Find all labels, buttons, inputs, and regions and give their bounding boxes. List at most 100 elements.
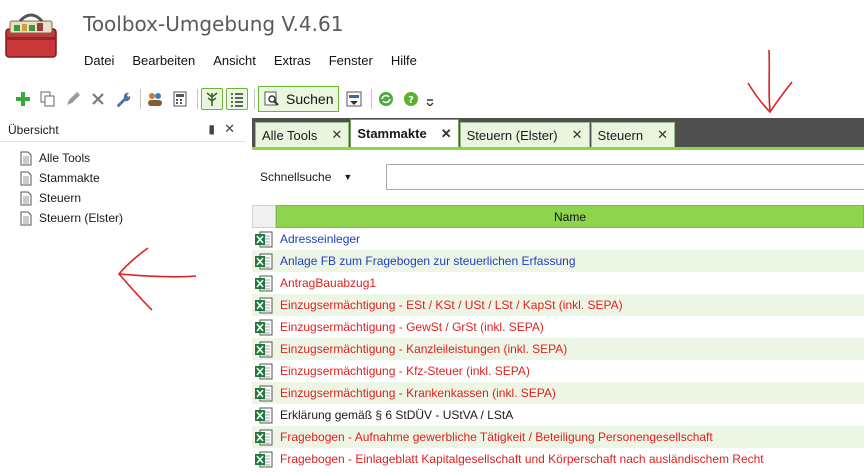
toolbar-separator — [197, 89, 198, 109]
excel-file-icon — [255, 451, 273, 467]
grid-body: Adresseinleger Anlage FB zum Fragebogen z… — [252, 228, 864, 470]
table-row[interactable]: Adresseinleger — [252, 228, 864, 250]
calculator-icon[interactable] — [169, 88, 191, 110]
menu-fenster[interactable]: Fenster — [320, 51, 382, 71]
search-icon — [264, 91, 279, 106]
menu-bearbeiten[interactable]: Bearbeiten — [123, 51, 204, 71]
tools-grid: Name Adresseinleger Anlage FB zum Fragebo… — [252, 205, 864, 470]
tab-accent-bar — [252, 147, 864, 150]
table-row[interactable]: Fragebogen - Einlageblatt Kapitalgesells… — [252, 448, 864, 470]
close-icon[interactable]: ✕ — [657, 127, 668, 143]
row-name: Einzugsermächtigung - GewSt / GrSt (inkl… — [280, 320, 544, 334]
edit-icon[interactable] — [62, 88, 84, 110]
delete-icon[interactable] — [87, 88, 109, 110]
tree-item-label: Steuern (Elster) — [39, 211, 124, 225]
menu-ansicht[interactable]: Ansicht — [204, 51, 265, 71]
tab-strip: Alle Tools ✕ Stammakte ✕ Steuern (Elster… — [252, 118, 864, 147]
menu-hilfe[interactable]: Hilfe — [382, 51, 426, 71]
column-header-name[interactable]: Name — [276, 205, 864, 228]
row-name: Adresseinleger — [280, 232, 361, 246]
refresh-icon[interactable] — [375, 88, 397, 110]
svg-text:?: ? — [409, 95, 415, 106]
toolbox-logo-icon — [5, 13, 57, 58]
search-button[interactable]: Suchen — [258, 86, 340, 112]
row-name: AntragBauabzug1 — [280, 276, 377, 290]
tree-icon[interactable] — [201, 88, 223, 110]
row-name: Einzugsermächtigung - Krankenkassen (ink… — [280, 386, 556, 400]
tree-item-steuern-elster[interactable]: Steuern (Elster) — [20, 208, 245, 228]
toolbar-separator — [371, 89, 373, 109]
row-name: Fragebogen - Aufnahme gewerbliche Tätigk… — [280, 430, 713, 444]
tab-steuern-elster[interactable]: Steuern (Elster) ✕ — [459, 122, 590, 147]
tree-item-label: Alle Tools — [39, 151, 91, 165]
table-row[interactable]: Einzugsermächtigung - Kfz-Steuer (inkl. … — [252, 360, 864, 382]
row-name: Erklärung gemäß § 6 StDÜV - UStVA / LStA — [280, 408, 514, 422]
list-icon[interactable] — [226, 88, 248, 110]
document-icon — [20, 211, 32, 225]
panel-title: Übersicht — [8, 122, 59, 137]
main-area: Alle Tools ✕ Stammakte ✕ Steuern (Elster… — [252, 118, 864, 472]
tab-label: Stammakte — [357, 126, 427, 141]
excel-file-icon — [255, 275, 273, 291]
table-row[interactable]: Einzugsermächtigung - GewSt / GrSt (inkl… — [252, 316, 864, 338]
excel-file-icon — [255, 407, 273, 423]
document-icon — [20, 151, 32, 165]
close-icon[interactable]: ✕ — [224, 121, 235, 137]
tree-item-stammakte[interactable]: Stammakte — [20, 168, 245, 188]
users-icon[interactable] — [144, 88, 166, 110]
excel-file-icon — [255, 429, 273, 445]
table-row[interactable]: Erklärung gemäß § 6 StDÜV - UStVA / LStA — [252, 404, 864, 426]
quicksearch-label: Schnellsuche — [260, 170, 332, 184]
toolbar-separator — [254, 89, 255, 109]
row-name: Einzugsermächtigung - Kfz-Steuer (inkl. … — [280, 364, 530, 378]
chevron-down-icon[interactable]: ▼ — [343, 172, 352, 182]
close-icon[interactable]: ✕ — [441, 126, 452, 142]
tab-stammakte[interactable]: Stammakte ✕ — [350, 119, 459, 147]
excel-file-icon — [255, 253, 273, 269]
add-icon[interactable] — [12, 88, 34, 110]
table-row[interactable]: Anlage FB zum Fragebogen zur steuerliche… — [252, 250, 864, 272]
excel-file-icon — [255, 231, 273, 247]
panel-header: Übersicht ▮ ✕ — [0, 118, 245, 142]
tab-label: Alle Tools — [262, 127, 318, 143]
filter-icon[interactable] — [343, 88, 365, 110]
document-icon — [20, 171, 32, 185]
tab-alle-tools[interactable]: Alle Tools ✕ — [255, 122, 350, 147]
tree-item-alle-tools[interactable]: Alle Tools — [20, 148, 245, 168]
overflow-icon[interactable] — [425, 88, 435, 110]
document-icon — [20, 191, 32, 205]
search-button-label: Suchen — [286, 91, 334, 107]
tree-item-label: Stammakte — [39, 171, 100, 185]
table-row[interactable]: Einzugsermächtigung - Krankenkassen (ink… — [252, 382, 864, 404]
table-row[interactable]: Fragebogen - Aufnahme gewerbliche Tätigk… — [252, 426, 864, 448]
table-row[interactable]: Einzugsermächtigung - Kanzleileistungen … — [252, 338, 864, 360]
table-row[interactable]: AntragBauabzug1 — [252, 272, 864, 294]
toolbar: Suchen ? — [0, 84, 864, 114]
tree-item-steuern[interactable]: Steuern — [20, 188, 245, 208]
help-icon[interactable]: ? — [400, 88, 422, 110]
tab-label: Steuern (Elster) — [466, 127, 558, 143]
tab-steuern[interactable]: Steuern ✕ — [590, 122, 675, 147]
excel-file-icon — [255, 363, 273, 379]
menu-datei[interactable]: Datei — [75, 51, 123, 71]
row-name: Fragebogen - Einlageblatt Kapitalgesells… — [280, 452, 764, 466]
close-icon[interactable]: ✕ — [331, 127, 342, 143]
pin-icon[interactable]: ▮ — [208, 122, 215, 136]
tab-label: Steuern — [597, 127, 644, 143]
close-icon[interactable]: ✕ — [572, 127, 583, 143]
excel-file-icon — [255, 385, 273, 401]
table-row[interactable]: Einzugsermächtigung - ESt / KSt / USt / … — [252, 294, 864, 316]
row-name: Anlage FB zum Fragebogen zur steuerliche… — [280, 254, 576, 268]
quicksearch-input[interactable] — [386, 164, 864, 190]
excel-file-icon — [255, 319, 273, 335]
excel-file-icon — [255, 341, 273, 357]
row-name: Einzugsermächtigung - ESt / KSt / USt / … — [280, 298, 623, 312]
copy-icon[interactable] — [37, 88, 59, 110]
wrench-icon[interactable] — [112, 88, 134, 110]
tree-item-label: Steuern — [39, 191, 82, 205]
app-title: Toolbox-Umgebung V.4.61 — [83, 12, 344, 36]
excel-file-icon — [255, 297, 273, 313]
menu-extras[interactable]: Extras — [265, 51, 320, 71]
overview-panel: Übersicht ▮ ✕ Alle Tools Stammakte Steue… — [0, 118, 245, 472]
grid-corner — [252, 205, 276, 228]
